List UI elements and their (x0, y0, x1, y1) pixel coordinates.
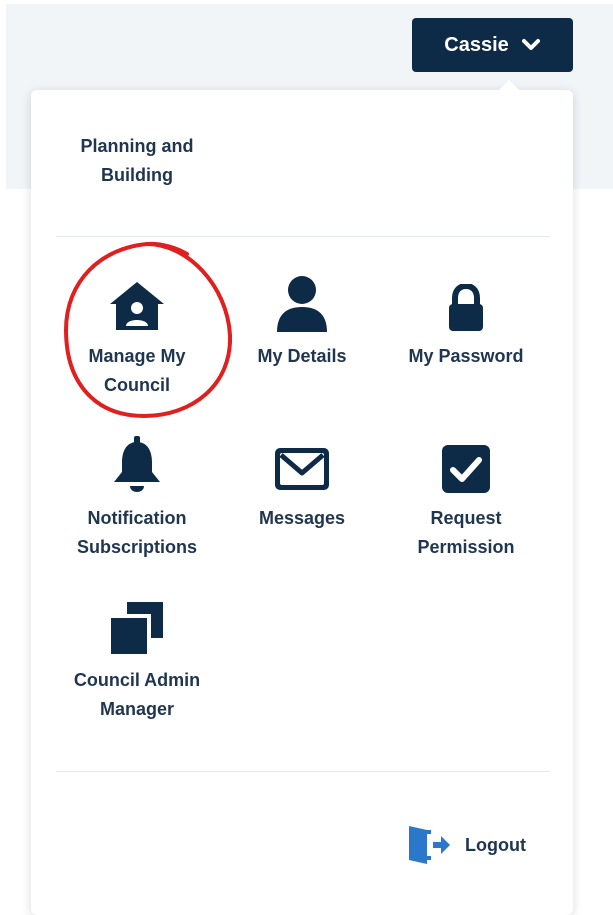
tile-label: Council Admin Manager (73, 670, 201, 719)
tile-label: My Password (408, 346, 524, 366)
user-icon (277, 276, 327, 332)
bell-icon (114, 436, 160, 492)
user-name: Cassie (444, 33, 509, 56)
menu-tile-council-admin-manager[interactable]: Council Admin Manager (57, 596, 217, 724)
checkbox-icon (442, 445, 490, 493)
dropdown-caret (497, 80, 521, 92)
copy-icon (111, 602, 163, 654)
logout-label: Logout (465, 834, 526, 855)
menu-tile-my-password[interactable]: My Password (386, 272, 546, 371)
menu-link-planning-and-building[interactable]: Planning and Building (66, 132, 208, 190)
red-annotation-circle (63, 241, 232, 419)
logout-link[interactable]: Logout (405, 824, 526, 866)
menu-divider (56, 236, 550, 237)
tile-label: Request Permission (417, 508, 515, 557)
tile-label: Notification Subscriptions (76, 508, 197, 557)
lock-icon (449, 284, 483, 331)
logout-icon (409, 826, 450, 864)
menu-tile-messages[interactable]: Messages (222, 434, 382, 533)
menu-tile-my-details[interactable]: My Details (222, 272, 382, 371)
menu-tile-notification-subscriptions[interactable]: Notification Subscriptions (57, 434, 217, 562)
envelope-icon (275, 448, 329, 490)
tile-label: My Details (257, 346, 347, 366)
chevron-down-icon (521, 39, 540, 50)
user-menu-button[interactable]: Cassie (412, 18, 573, 72)
menu-tile-request-permission[interactable]: Request Permission (386, 434, 546, 562)
tile-label: Messages (258, 508, 346, 528)
menu-divider (56, 771, 550, 772)
